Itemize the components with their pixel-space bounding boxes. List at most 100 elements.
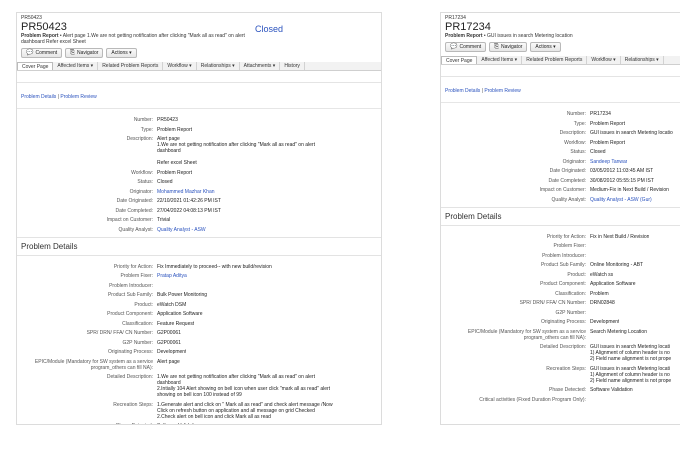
field-value: Application Software [157,311,203,317]
field-value: Software Validation [590,387,633,393]
field-value: Closed [157,179,173,185]
field-row-recreation-steps: Recreation Steps: 1.Generate alert and cl… [17,402,381,420]
problem-review-link[interactable]: Problem Review [484,88,520,94]
field-row-problem-fixer: Problem Fixer: [441,243,680,249]
field-row-impact-on-customer: Impact on Customer: Medium-Fix in Next Bu… [441,187,680,193]
actions-label: Actions ▾ [535,43,556,50]
field-label: Status: [570,149,586,155]
field-value: Feature Request [157,320,195,327]
field-value: Development [157,349,187,355]
problem-details-fields: Priority for Action: Fix in Next Build / … [441,234,680,403]
field-row-product-sub-family: Product Sub Family: Online Monitoring - A… [441,262,680,268]
field-value: Problem [590,290,609,297]
tab-relationships[interactable]: Relationships ▾ [197,62,240,70]
field-label: Phase Detected: [17,423,157,424]
field-row-workflow: Workflow: Problem Report [17,170,381,176]
field-label: Priority for Action: [113,263,153,270]
comment-button[interactable]: 💬 Comment [21,48,63,58]
tab-related-problem-reports[interactable]: Related Problem Reports [98,62,164,70]
field-label: Product: [567,271,586,278]
actions-label: Actions ▾ [111,49,132,56]
field-label: Quality Analyst: [551,196,586,203]
field-row-status: Status: Closed [17,179,381,185]
navigator-button[interactable]: ⎘ Navigator [489,42,528,52]
tab-workflow[interactable]: Workflow ▾ [163,62,197,70]
field-row-date-originated: Date Originated: 22/10/2021 01:42:26 PM I… [17,198,381,204]
field-label: Problem Fixer: [553,243,586,249]
field-row-critical-activities: Critical activities (Fixed Duration Prog… [441,397,680,403]
field-row-originator: Originator: Mohammed Mazhar Khan [17,189,381,195]
tab-subrow [17,71,381,83]
field-row-product: Product: eWatch ss [441,272,680,278]
field-label: Product Component: [540,281,586,287]
field-value: 03/05/2012 11:03:45 AM IST [590,168,654,174]
field-row-product-component: Product Component: Application Software [441,281,680,287]
comment-button[interactable]: 💬 Comment [445,42,487,52]
tab-cover-page[interactable]: Cover Page [17,62,54,70]
cover-fields: Number: PR17234 Type: Problem Report Descrip… [441,103,680,203]
record-description-text: • GUI issues in search Metering location [483,33,573,39]
comment-icon: 💬 [450,43,458,50]
field-label: Product: [134,301,153,308]
tab-cover-page[interactable]: Cover Page [441,56,478,64]
actions-button[interactable]: Actions ▾ [106,48,137,58]
tab-relationships[interactable]: Relationships ▾ [621,56,664,64]
tab-related-problem-reports[interactable]: Related Problem Reports [522,56,588,64]
field-label: Problem Introducer: [542,252,586,259]
field-row-priority-for-action: Priority for Action: Fix in Next Build / … [441,234,680,240]
field-row-quality-analyst: Quality Analyst: Quality Analyst - ASW (G… [441,197,680,203]
field-value[interactable]: Sandeep Tanwar [590,159,627,165]
section-links: Problem Details | Problem Review [17,83,381,109]
tab-affected-items[interactable]: Affected Items ▾ [477,56,523,64]
field-label: Classification: [555,290,586,297]
field-value: G2P00061 [157,330,181,336]
tab-bar: Cover Page Affected Items ▾ Related Prob… [441,56,680,65]
field-row-classification: Classification: Problem [441,291,680,297]
problem-details-link[interactable]: Problem Details [445,88,480,94]
field-row-originating-process: Originating Process: Development [17,349,381,355]
field-row-status: Status: Closed [441,149,680,155]
field-row-classification: Classification: Feature Request [17,321,381,327]
field-value[interactable]: Quality Analyst - ASW (Gur) [590,197,652,203]
field-label: Recreation Steps: [546,365,586,372]
field-label: Date Completed: [115,207,153,214]
field-value: Bulk Power Monitoring [157,292,208,298]
field-label: Impact on Customer: [106,217,153,223]
problem-review-link[interactable]: Problem Review [60,94,96,100]
field-value: 1.Generate alert and click on " Mark all… [157,401,333,420]
section-links: Problem Details | Problem Review [441,77,680,103]
tab-workflow[interactable]: Workflow ▾ [587,56,621,64]
problem-details-link[interactable]: Problem Details [21,94,56,100]
link-separator: | [481,88,483,94]
field-value: PR50423 [157,117,178,123]
navigator-button[interactable]: ⎘ Navigator [65,48,104,58]
field-value: Problem Report [590,139,626,146]
field-label: Workflow: [131,169,153,176]
field-row-description: Description: Alert page 1.We are not gett… [17,136,381,166]
field-row-phase-detected: Phase Detected:Software Validation [17,423,381,424]
tab-attachments[interactable]: Attachments ▾ [240,62,281,70]
field-value: 30/08/2012 05:55:15 PM IST [590,177,654,184]
field-label: Originator: [562,158,586,165]
field-label: Priority for Action: [546,233,586,240]
field-label: Originator: [129,188,153,195]
field-row-impact-on-customer: Impact on Customer: Trivial [17,217,381,223]
field-label: Number: [566,111,586,117]
field-row-spr-drn-ffa-cn-number: SPR/ DRN/ FFA/ CN Number: G2P00061 [17,330,381,336]
tab-history[interactable]: History [280,62,305,70]
field-row-g2p-number: G2P Number: G2P00061 [17,340,381,346]
field-value: Medium-Fix in Next Build / Revision [590,187,669,193]
comment-label: Comment [459,43,482,50]
field-label: Product Component: [107,311,153,317]
field-value[interactable]: Pratap Aditya [157,273,187,279]
field-row-number: Number: PR17234 [441,111,680,117]
field-label: Product Sub Family: [107,292,153,298]
tab-affected-items[interactable]: Affected Items ▾ [53,62,99,70]
field-label: Recreation Steps: [113,401,153,408]
actions-button[interactable]: Actions ▾ [530,42,561,52]
field-label: Description: [126,136,153,142]
field-value: Software Validation [157,423,200,424]
field-row-priority-for-action: Priority for Action: Fix Immediately to p… [17,264,381,270]
field-value[interactable]: Mohammed Mazhar Khan [157,189,215,195]
field-value[interactable]: Quality Analyst - ASW [157,227,206,233]
